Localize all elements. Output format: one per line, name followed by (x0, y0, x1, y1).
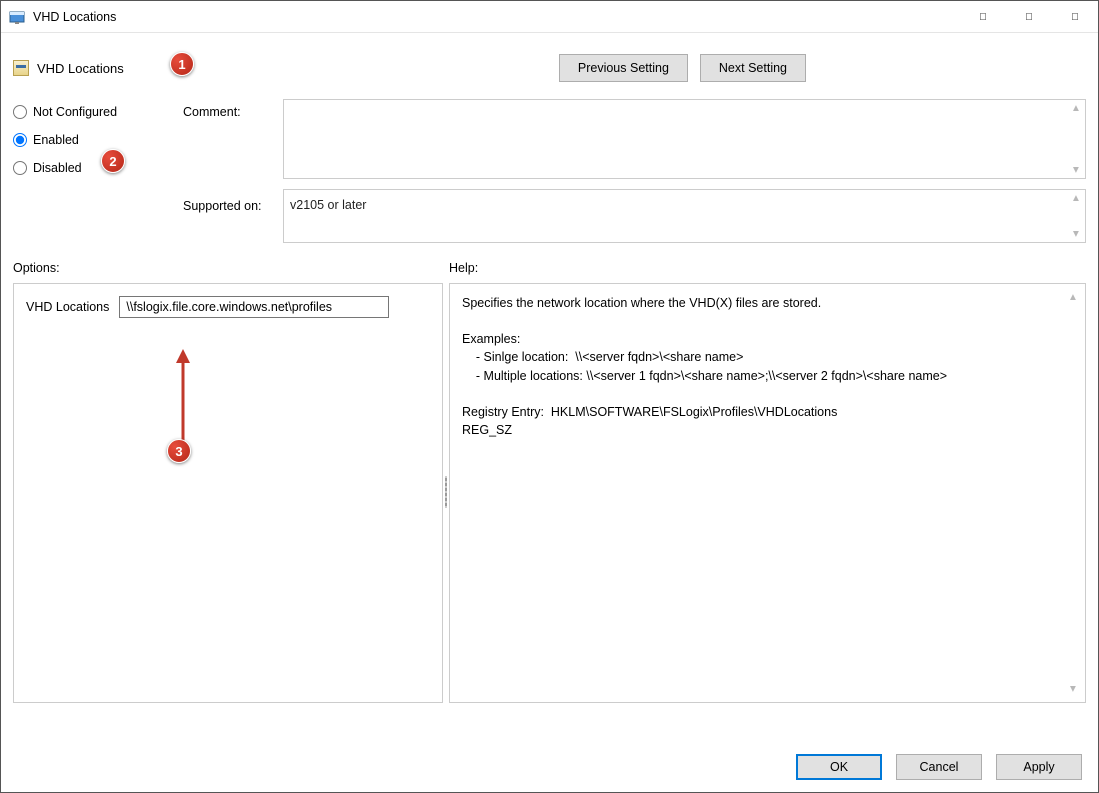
radio-enabled[interactable]: Enabled (13, 133, 183, 147)
maximize-button[interactable]:  (1006, 1, 1052, 33)
annotation-callout-1: 1 (170, 52, 194, 76)
supported-on-field: v2105 or later (283, 189, 1086, 243)
ok-button[interactable]: OK (796, 754, 882, 780)
radio-not-configured-input[interactable] (13, 105, 27, 119)
next-setting-button[interactable]: Next Setting (700, 54, 806, 82)
app-icon (9, 9, 25, 25)
radio-disabled[interactable]: Disabled (13, 161, 183, 175)
help-box: Specifies the network location where the… (449, 283, 1086, 703)
radio-not-configured[interactable]: Not Configured (13, 105, 183, 119)
annotation-arrow (173, 349, 193, 445)
help-pane: Help: Specifies the network location whe… (449, 257, 1086, 703)
radio-enabled-input[interactable] (13, 133, 27, 147)
splitter-handle-icon (444, 476, 448, 508)
annotation-callout-3: 3 (167, 439, 191, 463)
annotation-callout-2: 2 (101, 149, 125, 173)
window-title: VHD Locations (33, 10, 960, 24)
cancel-button[interactable]: Cancel (896, 754, 982, 780)
policy-title-text: VHD Locations (37, 61, 124, 76)
minimize-button[interactable]:  (960, 1, 1006, 33)
options-box: VHD Locations (13, 283, 443, 703)
options-pane: Options: VHD Locations (13, 257, 443, 703)
policy-icon (13, 60, 29, 76)
radio-enabled-label: Enabled (33, 133, 79, 147)
supported-on-label: Supported on: (183, 193, 283, 213)
radio-not-configured-label: Not Configured (33, 105, 117, 119)
radio-disabled-label: Disabled (33, 161, 82, 175)
close-button[interactable]:  (1052, 1, 1098, 33)
previous-setting-button[interactable]: Previous Setting (559, 54, 688, 82)
comment-label: Comment: (183, 105, 283, 193)
help-text: Specifies the network location where the… (462, 294, 1073, 439)
help-label: Help: (449, 257, 1086, 283)
state-radio-group: Not Configured Enabled Disabled (13, 99, 183, 243)
radio-disabled-input[interactable] (13, 161, 27, 175)
vhd-locations-option-label: VHD Locations (26, 300, 109, 314)
vhd-locations-input[interactable] (119, 296, 389, 318)
window-controls:    (960, 1, 1098, 32)
comment-field[interactable] (283, 99, 1086, 179)
apply-button[interactable]: Apply (996, 754, 1082, 780)
dialog-footer: OK Cancel Apply (1, 754, 1098, 780)
titlebar: VHD Locations    (1, 1, 1098, 33)
options-label: Options: (13, 257, 443, 283)
nav-buttons: Previous Setting Next Setting (559, 54, 806, 82)
policy-title: VHD Locations (13, 60, 124, 76)
